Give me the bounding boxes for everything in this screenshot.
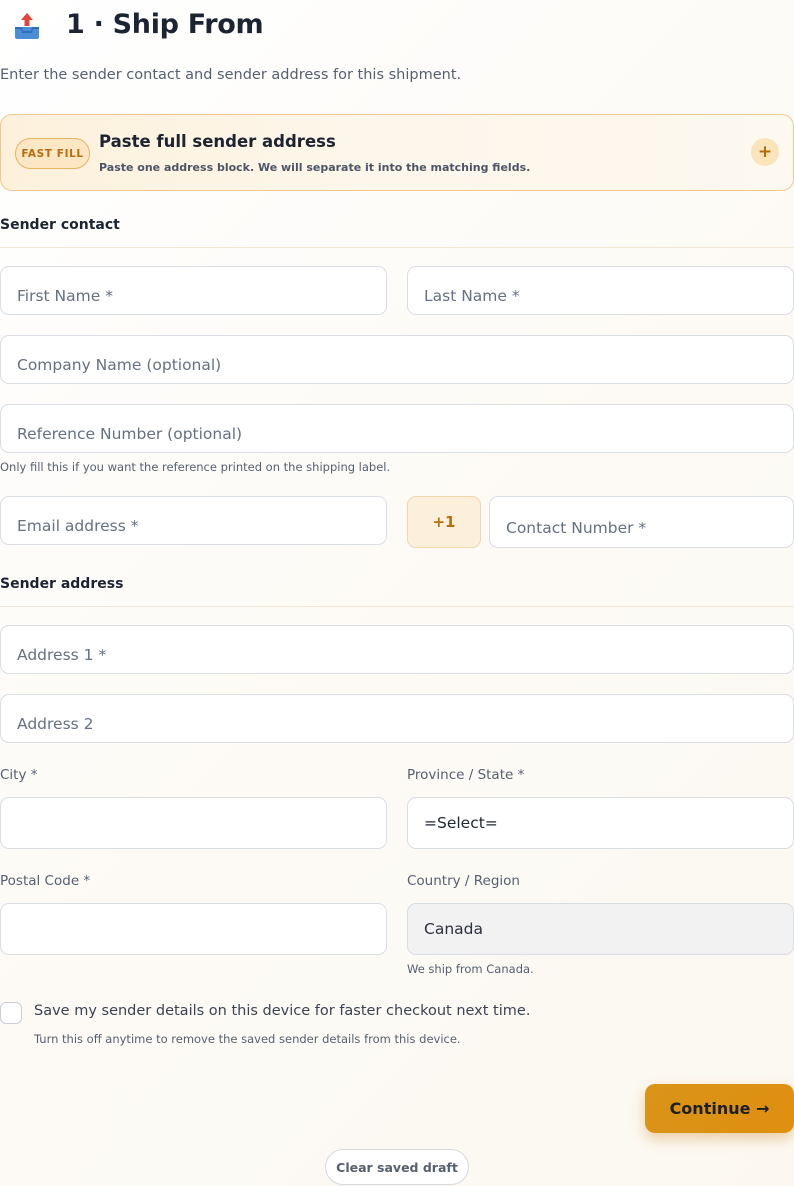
reference-hint: Only fill this if you want the reference… [0,460,391,474]
fast-fill-panel[interactable]: FAST FILL Paste full sender address Past… [0,114,794,191]
contact-number-input[interactable]: Contact Number * [489,496,794,548]
phone-country-code[interactable]: +1 [407,496,481,548]
postal-code-input[interactable] [0,903,387,955]
continue-button[interactable]: Continue → [645,1084,794,1133]
reference-number-input[interactable]: Reference Number (optional) [0,404,794,453]
save-details-checkbox[interactable] [0,1002,22,1024]
fast-fill-title: Paste full sender address [99,132,336,151]
country-label: Country / Region [407,873,520,889]
country-field: Canada [407,903,794,955]
first-name-input[interactable]: First Name * [0,266,387,315]
email-input[interactable]: Email address * [0,496,387,545]
city-input[interactable] [0,797,387,849]
fast-fill-badge: FAST FILL [15,138,90,169]
company-name-input[interactable]: Company Name (optional) [0,335,794,384]
last-name-input[interactable]: Last Name * [407,266,794,315]
sender-contact-heading: Sender contact [0,217,120,233]
country-hint: We ship from Canada. [407,962,534,976]
section-divider [0,606,794,607]
save-details-label[interactable]: Save my sender details on this device fo… [34,1003,530,1019]
sender-address-heading: Sender address [0,576,124,592]
fast-fill-description: Paste one address block. We will separat… [99,161,531,174]
postal-code-label: Postal Code * [0,873,91,889]
clear-draft-button[interactable]: Clear saved draft [325,1149,469,1185]
city-label: City * [0,767,38,783]
page-subtitle: Enter the sender contact and sender addr… [0,67,462,83]
section-divider [0,247,794,248]
address1-input[interactable]: Address 1 * [0,625,794,674]
save-details-hint: Turn this off anytime to remove the save… [34,1032,461,1046]
expand-plus-icon[interactable]: + [751,138,779,166]
province-label: Province / State * [407,767,525,783]
outbox-tray-icon [12,12,42,40]
page-title: 1 · Ship From [66,9,264,40]
address2-input[interactable]: Address 2 [0,694,794,743]
province-select[interactable]: =Select= [407,797,794,849]
